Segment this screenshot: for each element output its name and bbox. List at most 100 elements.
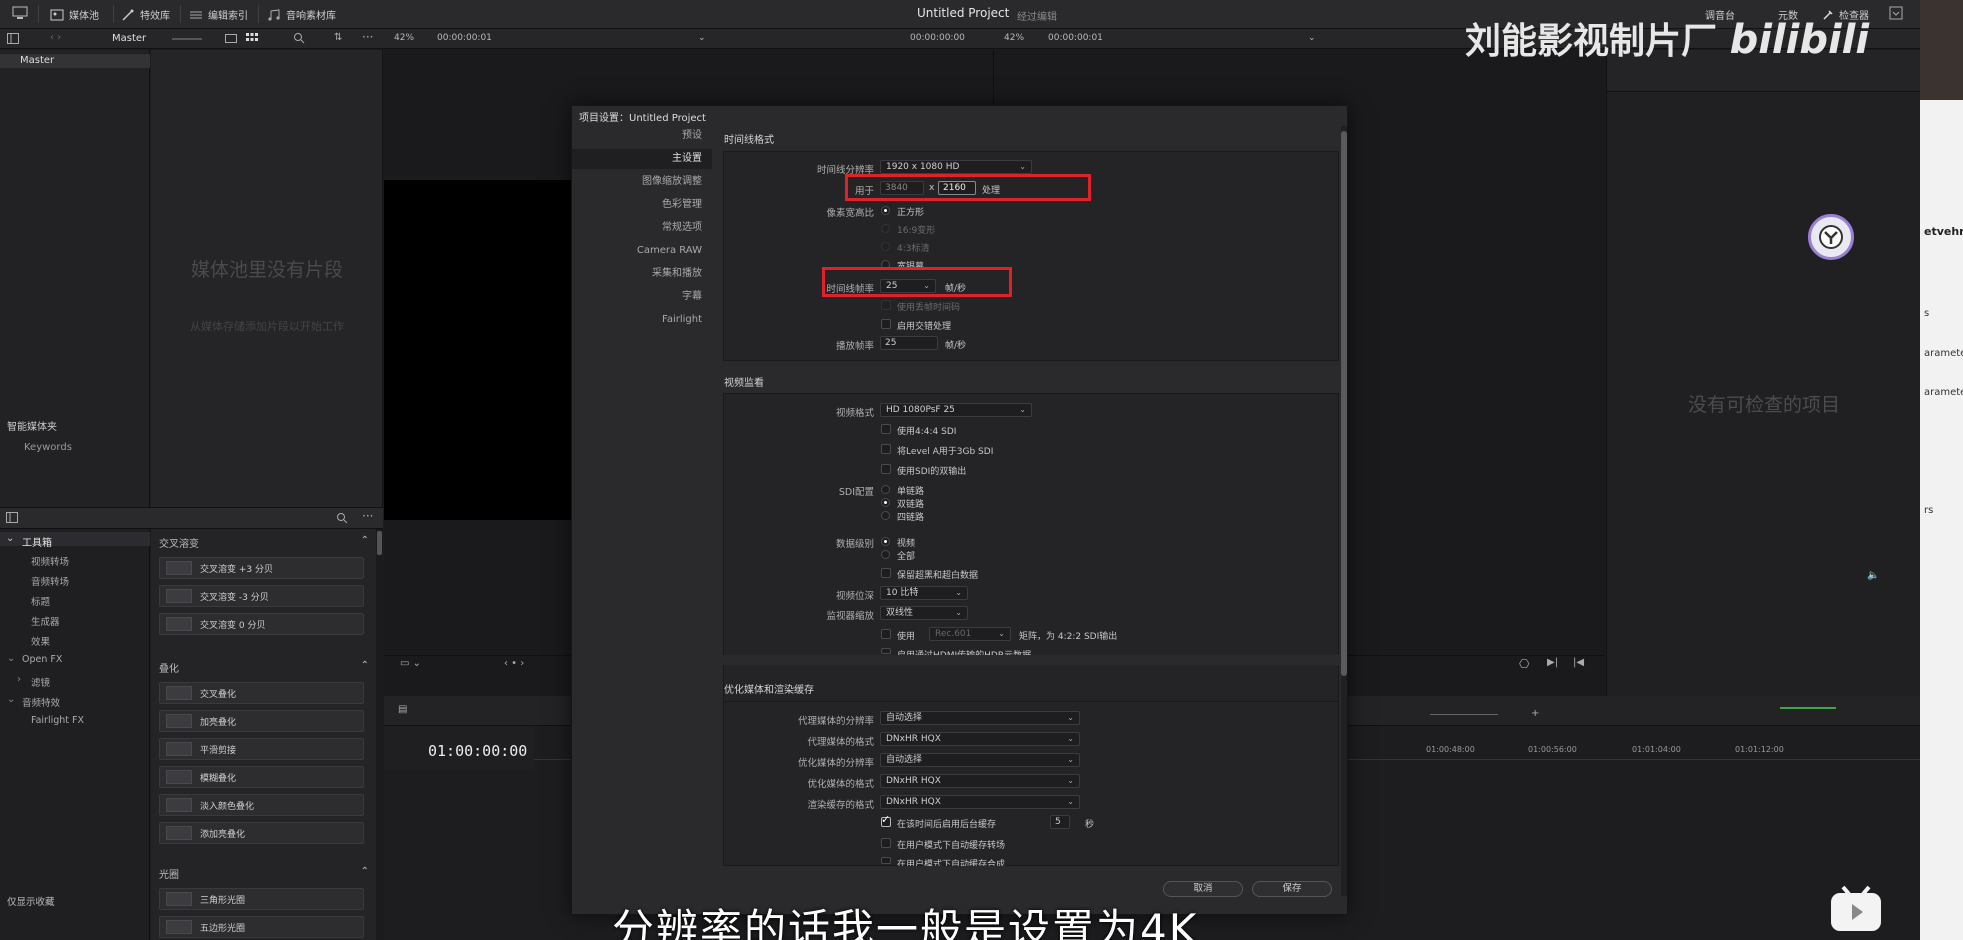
preserve-checkbox[interactable] [881,568,891,578]
category-cross-dissolve[interactable]: 交叉溶变 ⌃ [159,535,369,550]
sound-library-tab[interactable]: 音响素材库 [267,7,336,22]
tree-audio-fx[interactable]: 音频特效 [22,695,60,709]
interlace-checkbox[interactable] [881,319,891,329]
category-dissolve[interactable]: 叠化 ⌃ [159,660,369,675]
viewer-zoom-right[interactable]: 42% [1004,33,1024,43]
effect-item[interactable]: 模糊叠化 [159,766,364,788]
search-icon[interactable] [293,32,305,44]
volume-icon[interactable]: 🔈 [1867,570,1879,581]
bin-item-master[interactable]: Master [20,55,54,66]
level-a-checkbox[interactable] [881,444,891,454]
list-view-icon[interactable] [225,33,237,44]
effect-item[interactable]: 三角形光圈 [159,888,364,910]
monitor-scaling-select[interactable]: 双线性 ⌄ [880,606,968,620]
video-format-select[interactable]: HD 1080PsF 25 ⌄ [880,403,1032,417]
jog-control[interactable]: ‹ • › [504,658,524,669]
tree-openfx[interactable]: Open FX [22,654,62,665]
sdi-radio-single[interactable] [881,485,890,494]
timeline-view-icon[interactable]: ▤ [398,704,407,715]
resolution-select[interactable]: 1920 x 1080 HD ⌄ [880,160,1032,174]
effect-item[interactable]: 加亮叠化 [159,710,364,732]
dual-sdi-checkbox[interactable] [881,464,891,474]
proxy-resolution-select[interactable]: 自动选择 ⌄ [880,711,1080,725]
tree-generators[interactable]: 生成器 [31,614,60,628]
tree-filters[interactable]: 滤镜 [31,675,50,689]
matrix-select[interactable]: Rec.601 ⌄ [929,627,1011,641]
par-radio-anamorphic[interactable] [881,224,890,233]
tree-toolbox[interactable]: 工具箱 [22,534,52,549]
tree-effects[interactable]: 效果 [31,634,50,648]
effect-item[interactable]: 平滑剪接 [159,738,364,760]
effect-item[interactable]: 交叉叠化 [159,682,364,704]
zoom-in-icon[interactable]: + [1531,708,1539,719]
expand-icon[interactable]: ⌄ [7,653,15,664]
workspace-icon[interactable] [12,6,28,20]
dialog-scrollbar[interactable] [1341,126,1347,896]
zoom-slider[interactable] [1430,714,1498,715]
nav-color-management[interactable]: 色彩管理 [572,195,712,215]
collapse-icon[interactable] [1889,6,1903,20]
effect-item[interactable]: 五边形光圈 [159,916,364,938]
next-frame-icon[interactable]: ▶| [1547,657,1558,668]
nav-camera-raw[interactable]: Camera RAW [572,241,712,261]
panel-toggle-icon[interactable] [6,512,18,523]
drop-frame-checkbox[interactable] [881,300,891,310]
effect-item[interactable]: 交叉溶变 0 分贝 [159,613,364,635]
hdr-checkbox[interactable] [881,648,891,654]
save-button[interactable]: 保存 [1252,881,1332,897]
expand-icon[interactable]: ⌄ [7,694,15,705]
playback-fps-input[interactable]: 25 [880,336,938,350]
category-iris[interactable]: 光圈 ⌃ [159,866,369,881]
favorites-toggle[interactable]: 仅显示收藏 [7,894,55,908]
effect-item[interactable]: 淡入颜色叠化 [159,794,364,816]
nav-presets[interactable]: 预设 [572,126,712,146]
floating-app-icon[interactable] [1808,214,1854,260]
data-radio-full[interactable] [881,550,890,559]
matrix-checkbox[interactable] [881,629,891,639]
auto-cache-trans-checkbox[interactable] [881,838,891,848]
cancel-button[interactable]: 取消 [1163,881,1243,897]
optimized-format-select[interactable]: DNxHR HQX ⌄ [880,774,1080,788]
search-icon[interactable] [336,512,348,524]
more-options-icon[interactable]: ··· [362,509,373,523]
nav-master-settings[interactable]: 主设置 [572,149,712,169]
effect-item[interactable]: 交叉溶变 -3 分贝 [159,585,364,607]
thumbnail-size-slider[interactable] [172,38,202,40]
effects-scrollbar[interactable] [376,529,383,940]
nav-general-options[interactable]: 常规选项 [572,218,712,238]
prev-frame-icon[interactable]: |◀ [1573,657,1584,668]
chevron-right-icon[interactable]: › [17,674,21,685]
media-pool-tab[interactable]: 媒体池 [50,7,99,22]
optimized-resolution-select[interactable]: 自动选择 ⌄ [880,753,1080,767]
par-radio-square[interactable] [881,206,890,215]
sdi-radio-dual[interactable] [881,498,890,507]
nav-capture-playback[interactable]: 采集和播放 [572,264,712,284]
effect-item[interactable]: 添加亮叠化 [159,822,364,844]
tree-titles[interactable]: 标题 [31,594,50,608]
effects-library-tab[interactable]: 特效库 [121,7,170,22]
sdi-radio-quad[interactable] [881,511,890,520]
viewer-zoom-left[interactable]: 42% [394,33,414,43]
volume-slider[interactable] [1780,707,1836,709]
render-cache-format-select[interactable]: DNxHR HQX ⌄ [880,795,1080,809]
nav-fairlight[interactable]: Fairlight [572,310,712,330]
par-radio-sd[interactable] [881,242,890,251]
loop-icon[interactable]: ⎔ [1519,657,1529,671]
panel-toggle-icon[interactable] [7,33,19,44]
more-options-icon[interactable]: ··· [362,30,373,44]
tree-audio-transitions[interactable]: 音频转场 [31,574,69,588]
edit-index-tab[interactable]: 编辑索引 [189,7,248,22]
grid-view-icon[interactable] [246,33,258,44]
bit-depth-select[interactable]: 10 比特 ⌄ [880,586,968,600]
tree-video-transitions[interactable]: 视频转场 [31,554,69,568]
tree-fairlight-fx[interactable]: Fairlight FX [31,715,84,726]
chevron-down-icon[interactable]: ⌄ [1308,33,1316,43]
nav-image-scaling[interactable]: 图像缩放调整 [572,172,712,192]
smart-bin-keywords[interactable]: Keywords [24,442,72,453]
proxy-format-select[interactable]: DNxHR HQX ⌄ [880,732,1080,746]
sdi444-checkbox[interactable] [881,424,891,434]
viewer-options-icon[interactable]: ▭ ⌄ [400,658,421,669]
sort-icon[interactable]: ⇅ [334,32,342,43]
bg-cache-seconds-input[interactable]: 5 [1050,815,1070,829]
nav-subtitles[interactable]: 字幕 [572,287,712,307]
